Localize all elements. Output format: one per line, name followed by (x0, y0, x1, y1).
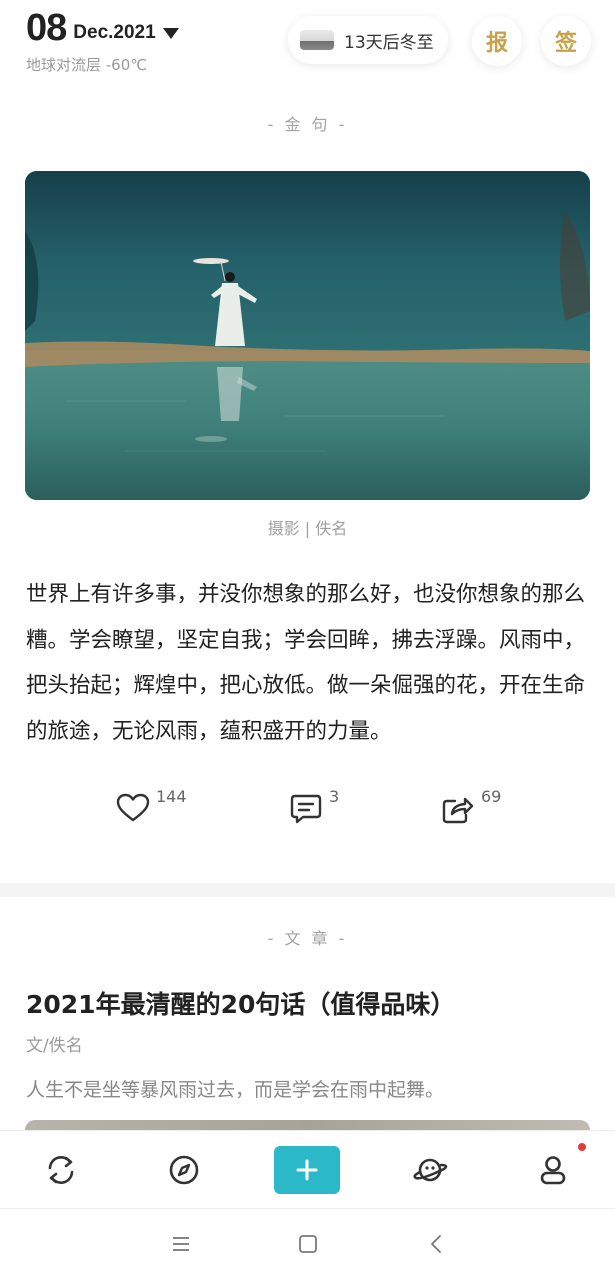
date-row[interactable]: 08 Dec.2021 (26, 8, 179, 48)
date-month-year: Dec.2021 (73, 22, 156, 43)
article-section-label: - 文 章 - (267, 929, 348, 948)
article-title[interactable]: 2021年最清醒的20句话（值得品味） (26, 985, 455, 1021)
quote-section-label: - 金 句 - (267, 115, 348, 134)
system-back-button[interactable] (421, 1229, 451, 1259)
article-summary[interactable]: 人生不是坐等暴风雨过去，而是学会在雨中起舞。 (26, 1075, 444, 1102)
caret-down-icon[interactable] (162, 28, 179, 39)
menu-icon (173, 1237, 189, 1251)
tab-planet[interactable] (395, 1131, 465, 1209)
system-navigation-bar (0, 1208, 615, 1280)
back-chevron-icon (431, 1235, 441, 1253)
system-home-button[interactable] (293, 1229, 323, 1259)
report-button[interactable]: 报 (472, 16, 522, 66)
comment-icon (290, 794, 322, 824)
compass-icon (169, 1155, 199, 1185)
system-menu-button[interactable] (166, 1229, 196, 1259)
quote-actions: 144 3 69 (0, 785, 615, 835)
share-icon (442, 797, 474, 824)
tab-profile[interactable] (518, 1131, 588, 1209)
planet-icon (413, 1158, 448, 1182)
photo-scene (25, 171, 590, 500)
user-icon (540, 1156, 566, 1185)
tab-refresh[interactable] (26, 1131, 96, 1209)
create-button[interactable] (274, 1146, 340, 1194)
date-selector[interactable]: 08 Dec.2021 地球对流层 -60℃ (26, 8, 179, 75)
solar-term-text: 13天后冬至 (344, 32, 434, 53)
solar-term-thumbnail (300, 30, 334, 50)
heart-icon (116, 793, 150, 822)
bottom-tab-bar (0, 1130, 615, 1208)
article-author: 文/佚名 (26, 1036, 83, 1056)
date-day: 08 (26, 7, 67, 49)
photo-caption: 摄影 | 佚名 (267, 519, 348, 538)
tab-discover[interactable] (149, 1131, 219, 1209)
comment-count: 3 (329, 787, 340, 806)
weather-text: 地球对流层 -60℃ (26, 56, 148, 74)
section-divider (0, 883, 615, 897)
signin-button[interactable]: 签 (541, 16, 591, 66)
refresh-icon (48, 1156, 74, 1184)
home-square-icon (299, 1235, 317, 1253)
quote-photo[interactable] (25, 171, 590, 500)
share-count: 69 (481, 787, 502, 806)
top-header: 08 Dec.2021 地球对流层 -60℃ 13天后冬至 报 签 (0, 0, 615, 90)
solar-term-pill[interactable]: 13天后冬至 (288, 16, 448, 64)
notification-dot (578, 1143, 586, 1151)
plus-icon (296, 1159, 318, 1181)
like-count: 144 (156, 787, 187, 806)
quote-text: 世界上有许多事，并没你想象的那么好，也没你想象的那么糟。学会瞭望，坚定自我；学会… (26, 582, 586, 744)
tab-create[interactable] (272, 1131, 342, 1209)
